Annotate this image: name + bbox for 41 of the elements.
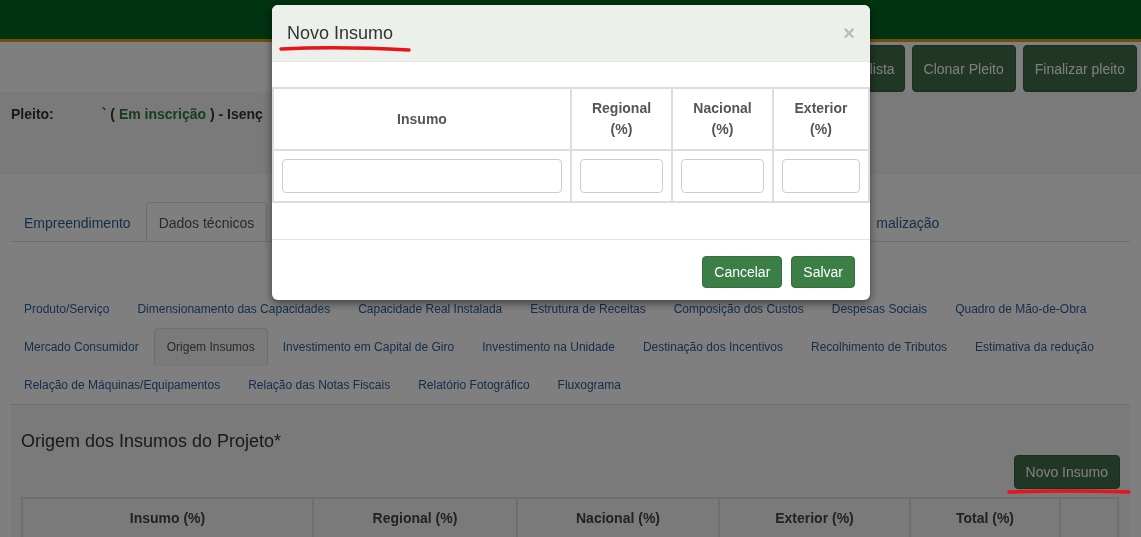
toolbar-button[interactable]: Finalizar pleito (1022, 45, 1137, 92)
column-header: Exterior (%) (773, 88, 869, 150)
column-header: Regional (%) (571, 88, 672, 150)
dialog-button[interactable]: Cancelar (702, 256, 783, 288)
sub-tab[interactable]: Mercado Consumidor (11, 328, 152, 366)
section-title: Origem dos Insumos do Projeto* (21, 431, 283, 453)
column-header: Nacional (%) (517, 497, 719, 537)
sub-tab[interactable]: Investimento na Unidade (469, 328, 628, 366)
sub-tab[interactable]: Investimento em Capital de Giro (269, 328, 468, 366)
toolbar-button[interactable]: Clonar Pleito (911, 45, 1016, 92)
column-header: Insumo (273, 88, 571, 150)
sub-tab[interactable]: Relação das Notas Fiscais (235, 366, 404, 404)
pleito-label: Pleito: (11, 106, 54, 122)
column-header: Regional (%) (313, 497, 517, 537)
column-header: Insumo (%) (22, 497, 313, 537)
sub-tab[interactable]: Relatório Fotográfico (405, 366, 543, 404)
sub-tab[interactable]: Origem Insumos (153, 328, 268, 366)
sub-tab[interactable]: Produto/Serviço (11, 290, 123, 328)
dialog-title: Novo Insumo (287, 21, 394, 45)
column-header: Nacional (%) (672, 88, 773, 150)
new-item-button[interactable]: Novo Insumo (1013, 454, 1120, 489)
pleito-prefix: ` ( (101, 106, 115, 122)
sub-tab[interactable]: Destinação dos Incentivos (629, 328, 796, 366)
tab[interactable]: Dados técnicos (145, 202, 268, 241)
status-text: Em inscrição (118, 106, 207, 122)
sub-tab[interactable]: Dimensionamento das Capacidades (124, 290, 344, 328)
input-field[interactable] (282, 159, 562, 193)
sub-tab[interactable]: Recolhimento de Tributos (798, 328, 961, 366)
dialog-button[interactable]: Salvar (791, 256, 855, 288)
column-header: Exterior (%) (719, 497, 910, 537)
pleito-suffix: ) - Isenç (209, 106, 263, 122)
input-field[interactable] (782, 159, 860, 193)
sub-tab[interactable]: Estimativa da redução (962, 328, 1107, 366)
sub-tab[interactable]: Despesas Sociais (818, 290, 941, 328)
input-field[interactable] (580, 159, 663, 193)
tab[interactable]: Empreendimento (11, 202, 144, 241)
input-field[interactable] (681, 159, 764, 193)
sub-tab[interactable]: Fluxograma (544, 366, 634, 404)
sub-tab[interactable]: Quadro de Mão-de-Obra (942, 290, 1100, 328)
sub-tab[interactable]: Relação de Máquinas/Equipamentos (11, 366, 234, 404)
column-header: Total (%) (910, 497, 1060, 537)
